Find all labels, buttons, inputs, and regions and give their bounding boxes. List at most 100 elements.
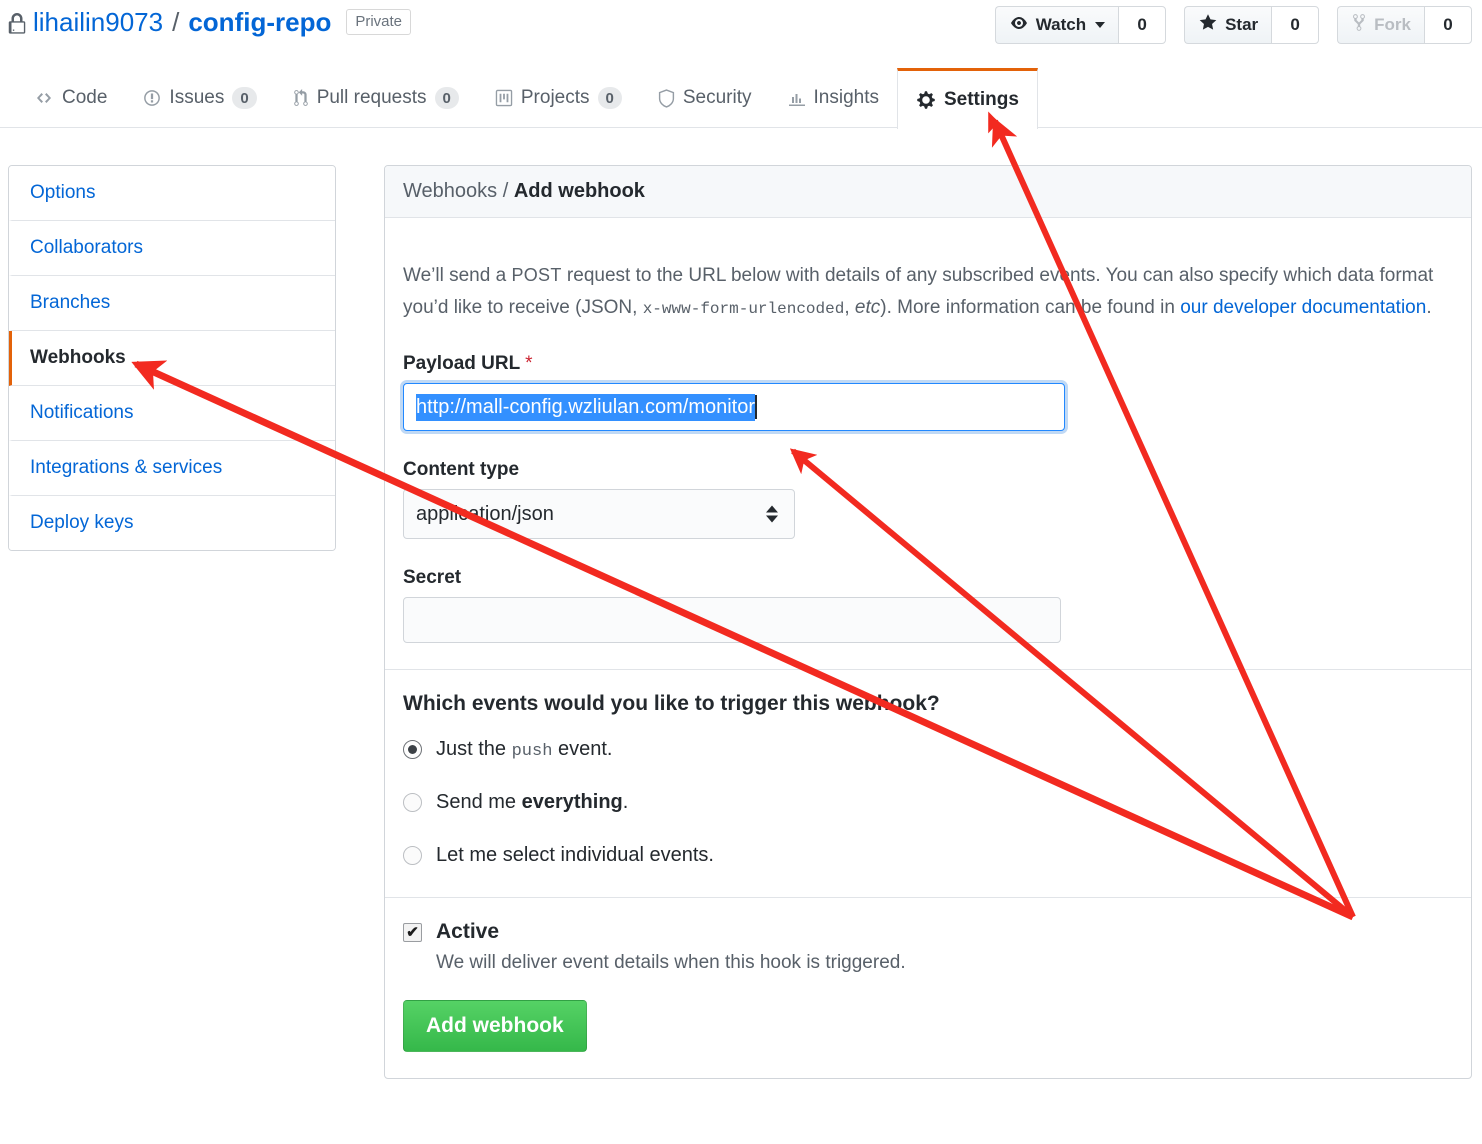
secret-field: Secret xyxy=(403,567,1453,643)
issue-opened-icon xyxy=(143,89,161,107)
required-marker: * xyxy=(525,353,533,374)
sidebar-item-notifications[interactable]: Notifications xyxy=(9,386,335,441)
sidebar-item-integrations-services[interactable]: Integrations & services xyxy=(9,441,335,496)
repo-title-separator: / xyxy=(172,7,180,37)
repository-header: lihailin9073 / config-repo Private Watch… xyxy=(0,0,1482,68)
content-type-selected-value: application/json xyxy=(416,502,554,525)
settings-sidebar: Options Collaborators Branches Webhooks … xyxy=(8,165,336,551)
webhook-intro-text: We’ll send a POST request to the URL bel… xyxy=(403,259,1449,325)
intro-code-urlencoded: x-www-form-urlencoded xyxy=(642,300,845,318)
star-button[interactable]: Star xyxy=(1184,6,1272,44)
project-icon xyxy=(495,89,513,107)
sidebar-item-collaborators[interactable]: Collaborators xyxy=(9,221,335,276)
intro-part-3: , xyxy=(844,297,855,318)
chevron-down-icon xyxy=(1095,22,1106,28)
tab-projects-count: 0 xyxy=(597,87,622,109)
watch-count[interactable]: 0 xyxy=(1118,6,1167,44)
git-pull-request-icon xyxy=(293,89,309,107)
tab-pull-requests[interactable]: Pull requests 0 xyxy=(275,68,477,128)
breadcrumb: Webhooks / Add webhook xyxy=(385,166,1471,218)
active-description: We will deliver event details when this … xyxy=(436,952,906,973)
payload-url-label-text: Payload URL xyxy=(403,353,520,374)
radio-everything-suffix: . xyxy=(622,791,629,813)
intro-etc: etc xyxy=(854,297,881,318)
fork-count[interactable]: 0 xyxy=(1424,6,1472,44)
intro-part-5: . xyxy=(1426,297,1432,318)
tab-issues-count: 0 xyxy=(232,87,257,109)
breadcrumb-separator: / xyxy=(502,180,509,202)
add-webhook-card: Webhooks / Add webhook We’ll send a POST… xyxy=(384,165,1472,1079)
tab-settings-label: Settings xyxy=(943,89,1019,110)
tab-insights[interactable]: Insights xyxy=(770,68,897,128)
tab-code[interactable]: Code xyxy=(16,68,125,128)
star-count[interactable]: 0 xyxy=(1271,6,1320,44)
graph-icon xyxy=(788,90,806,106)
payload-url-field: Payload URL * http://mall-config.wzliula… xyxy=(403,353,1453,431)
radio-push-code: push xyxy=(511,742,553,761)
radio-push-event-input[interactable] xyxy=(403,740,422,759)
sidebar-item-options[interactable]: Options xyxy=(9,166,335,221)
repo-owner-link[interactable]: lihailin9073 xyxy=(33,6,163,38)
active-checkbox-row[interactable]: ✔ Active xyxy=(403,920,1453,944)
content-type-label: Content type xyxy=(403,459,520,480)
intro-part-1: We’ll send a xyxy=(403,265,512,286)
radio-everything-bold: everything xyxy=(521,791,623,813)
breadcrumb-parent[interactable]: Webhooks xyxy=(403,180,497,202)
repo-name-link[interactable]: config-repo xyxy=(188,6,331,38)
radio-send-everything-label: Send me everything. xyxy=(436,791,628,814)
radio-everything-prefix: Send me xyxy=(436,791,522,813)
secret-label: Secret xyxy=(403,567,462,588)
payload-url-label: Payload URL * xyxy=(403,353,1453,375)
radio-option-push-event[interactable]: Just the push event. xyxy=(403,738,1453,761)
tab-issues[interactable]: Issues 0 xyxy=(125,68,274,128)
watch-label: Watch xyxy=(1035,15,1087,34)
repository-nav: Code Issues 0 Pull requests 0 Projects 0… xyxy=(0,68,1482,129)
fork-button: Fork xyxy=(1337,6,1424,44)
sidebar-item-branches[interactable]: Branches xyxy=(9,276,335,331)
trigger-events-question: Which events would you like to trigger t… xyxy=(403,692,940,715)
radio-select-individual-input[interactable] xyxy=(403,846,422,865)
radio-send-everything-input[interactable] xyxy=(403,793,422,812)
radio-option-send-everything[interactable]: Send me everything. xyxy=(403,791,1453,814)
developer-documentation-link[interactable]: our developer documentation xyxy=(1180,297,1426,318)
star-icon xyxy=(1198,13,1218,37)
radio-option-select-individual[interactable]: Let me select individual events. xyxy=(403,844,1453,867)
watch-button[interactable]: Watch xyxy=(994,6,1119,44)
payload-url-input-wrapper[interactable]: http://mall-config.wzliulan.com/monitor xyxy=(403,383,1065,431)
eye-icon xyxy=(1009,15,1029,36)
repository-nav-tabs: Code Issues 0 Pull requests 0 Projects 0… xyxy=(0,68,1482,129)
webhook-config-section: We’ll send a POST request to the URL bel… xyxy=(385,218,1471,669)
radio-push-event-label: Just the push event. xyxy=(436,738,612,761)
sidebar-item-webhooks[interactable]: Webhooks xyxy=(9,331,335,386)
tab-security-label: Security xyxy=(682,87,752,108)
visibility-badge: Private xyxy=(346,9,412,35)
chevron-down-icon xyxy=(766,515,778,523)
tab-settings[interactable]: Settings xyxy=(896,68,1038,129)
active-label: Active xyxy=(436,920,500,943)
mouse-cursor xyxy=(988,111,1004,136)
tab-security[interactable]: Security xyxy=(640,68,770,128)
payload-url-input[interactable]: http://mall-config.wzliulan.com/monitor xyxy=(404,384,1064,430)
sidebar-item-deploy-keys[interactable]: Deploy keys xyxy=(9,496,335,550)
intro-part-4: ). More information can be found in xyxy=(880,297,1181,318)
breadcrumb-current: Add webhook xyxy=(513,180,645,202)
content-type-field: Content type application/json xyxy=(403,459,1453,539)
tab-issues-label: Issues xyxy=(169,87,225,108)
tab-projects-label: Projects xyxy=(520,87,590,108)
secret-input[interactable] xyxy=(403,597,1061,643)
tab-projects[interactable]: Projects 0 xyxy=(477,68,640,128)
tab-insights-label: Insights xyxy=(813,87,879,108)
shield-icon xyxy=(658,88,675,108)
active-checkbox[interactable]: ✔ xyxy=(403,922,422,942)
fork-label: Fork xyxy=(1374,15,1411,34)
text-caret xyxy=(755,395,758,419)
tab-pull-requests-label: Pull requests xyxy=(316,87,427,108)
add-webhook-button[interactable]: Add webhook xyxy=(403,1000,587,1052)
star-label: Star xyxy=(1225,15,1259,34)
radio-select-individual-label: Let me select individual events. xyxy=(436,844,714,866)
payload-url-value: http://mall-config.wzliulan.com/monitor xyxy=(416,393,756,421)
content-type-select[interactable]: application/json xyxy=(403,489,795,539)
repo-actions: Watch 0 Star 0 Fork 0 xyxy=(994,6,1472,44)
gear-icon xyxy=(916,90,936,110)
radio-push-suffix: event. xyxy=(552,738,613,760)
